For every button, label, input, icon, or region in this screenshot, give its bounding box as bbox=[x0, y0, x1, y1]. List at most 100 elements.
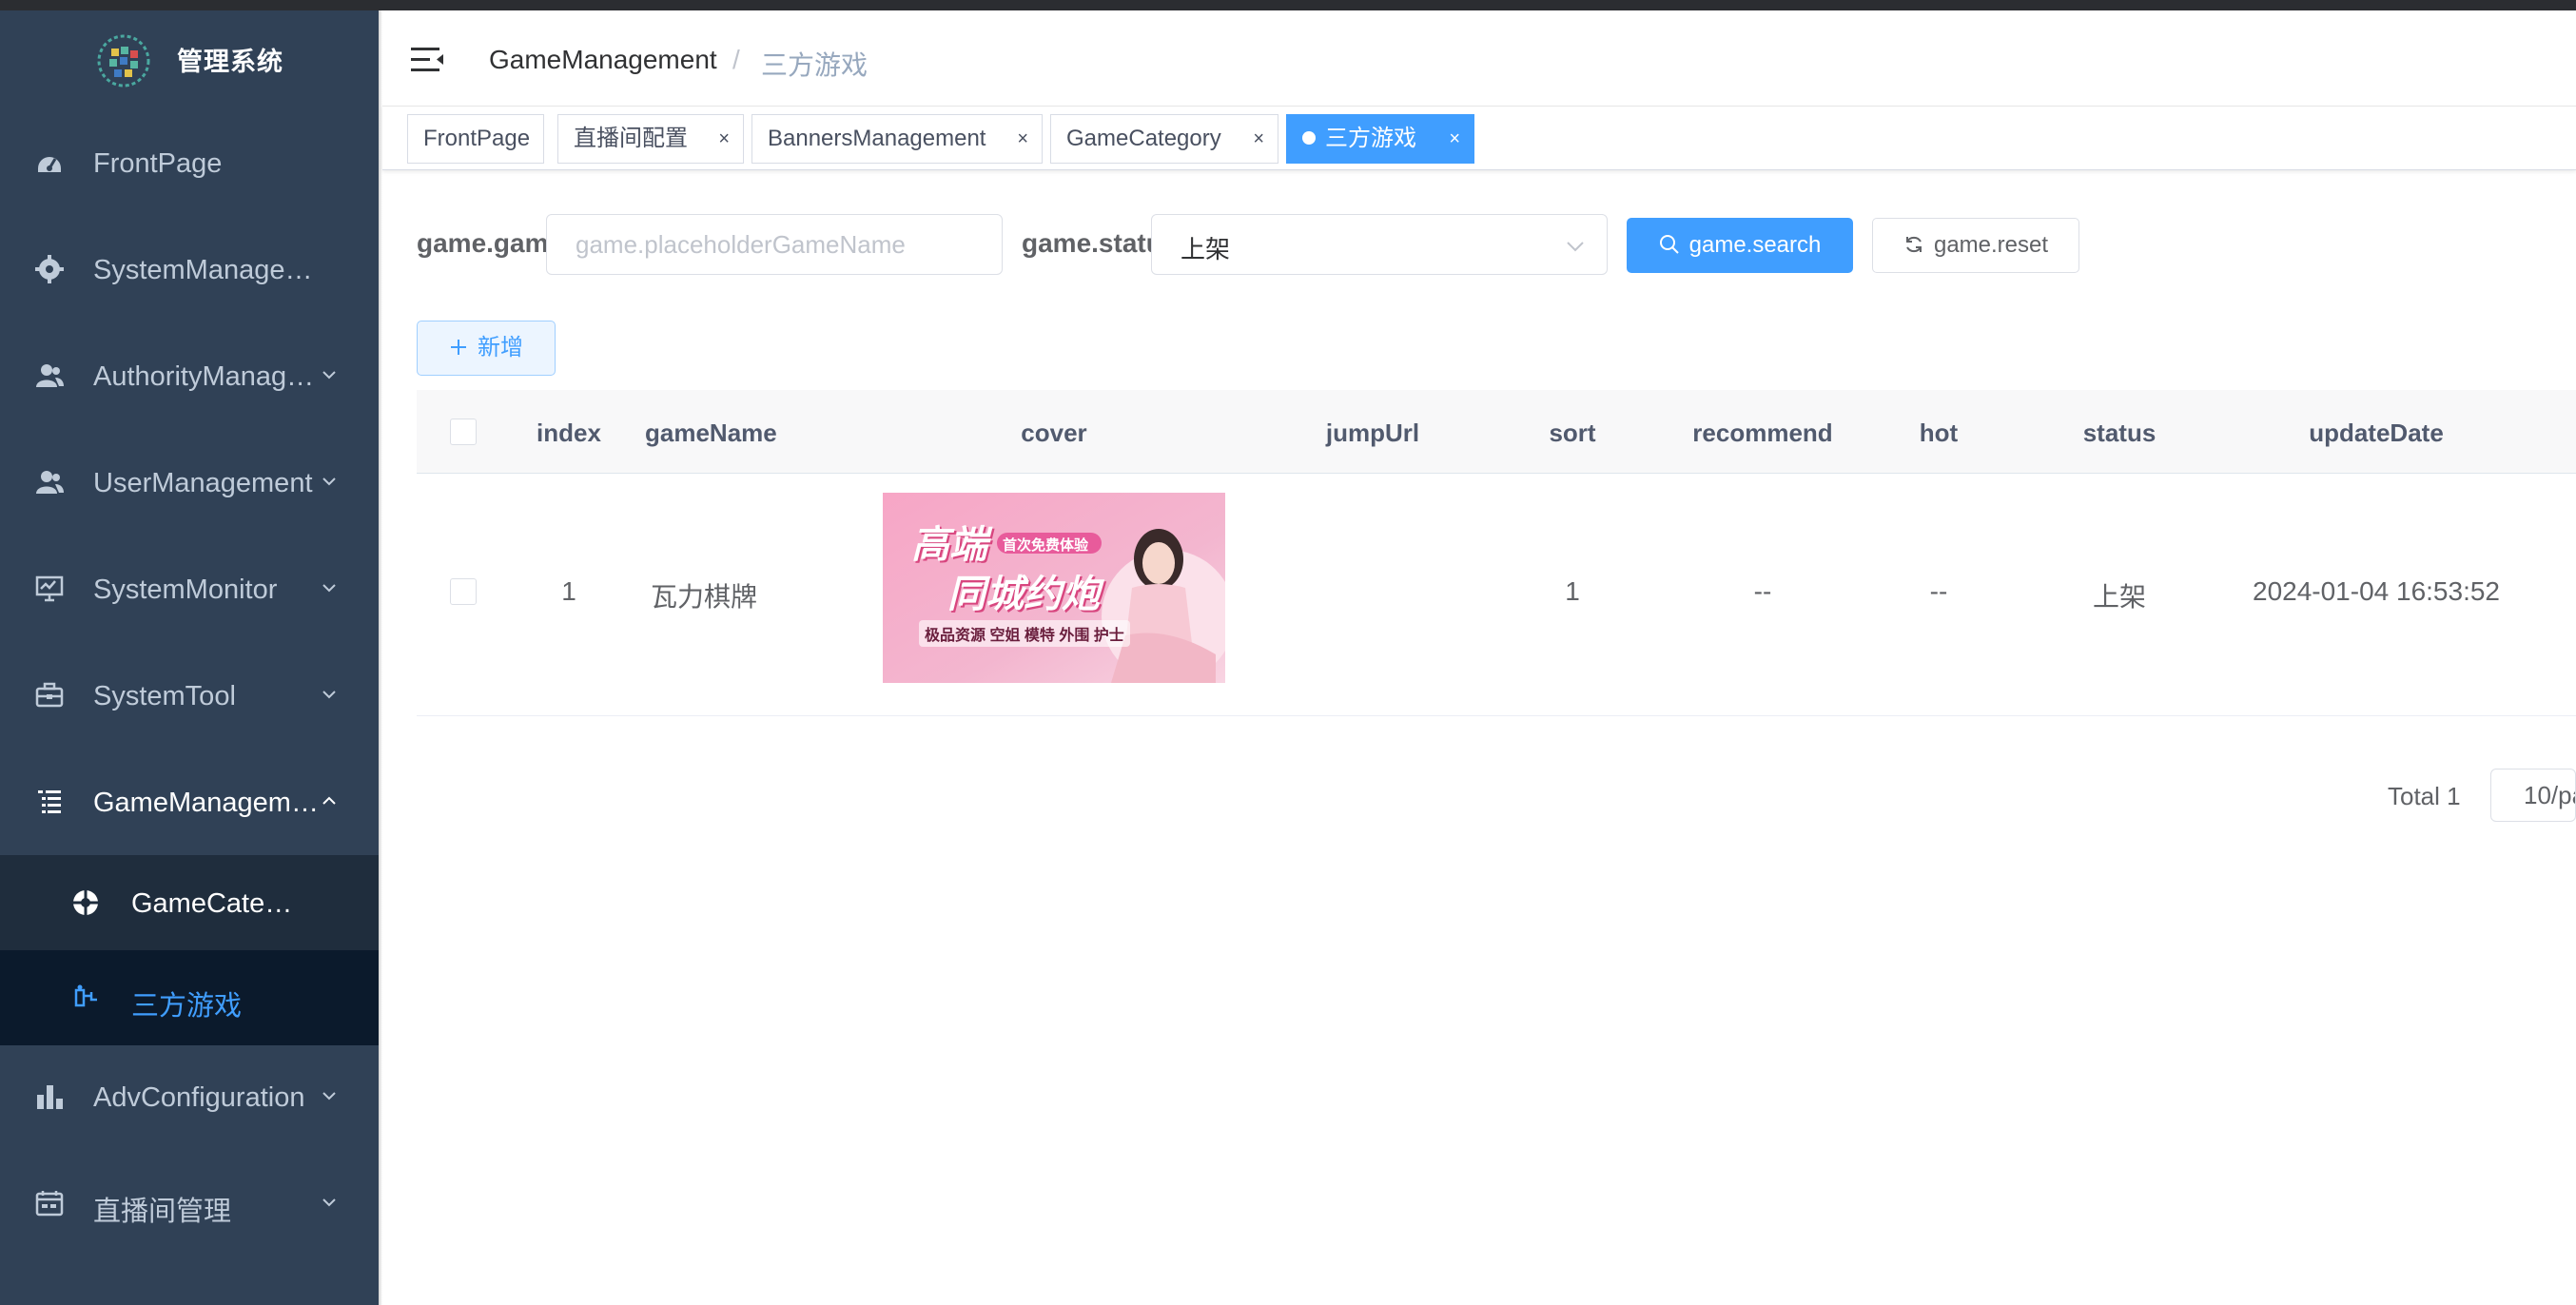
search-button-label: game.search bbox=[1688, 232, 1822, 258]
page-size-value: 10/page bbox=[2524, 781, 2575, 809]
sidebar-item-frontpage[interactable]: FrontPage bbox=[0, 109, 379, 216]
sidebar-item-label: SystemTool bbox=[93, 681, 236, 711]
close-icon[interactable]: × bbox=[1253, 115, 1264, 163]
column-header-jump-url[interactable]: jumpUrl bbox=[1254, 419, 1492, 448]
cover-tags-text: 极品资源 空姐 模特 外围 护士 bbox=[919, 620, 1130, 647]
sidebar-item-label: AdvConfiguration bbox=[93, 1082, 305, 1113]
tag-frontpage[interactable]: FrontPage bbox=[407, 114, 544, 164]
user-icon bbox=[36, 471, 64, 494]
tag-label: BannersManagement bbox=[768, 126, 986, 151]
page-size-select[interactable]: 10/page bbox=[2490, 769, 2576, 822]
close-icon[interactable]: × bbox=[1017, 115, 1028, 163]
game-icon bbox=[74, 984, 97, 1007]
sidebar-item-label: SystemManagement bbox=[93, 255, 326, 285]
sidebar-item-label: FrontPage bbox=[93, 148, 223, 179]
add-button-label: 新增 bbox=[478, 335, 523, 360]
cover-title-line1: 高端 bbox=[911, 524, 987, 566]
pagination-total: Total 1 bbox=[2388, 782, 2461, 810]
dashboard-icon bbox=[38, 157, 61, 172]
search-button[interactable]: game.search bbox=[1627, 218, 1853, 273]
chevron-down-icon bbox=[322, 1198, 336, 1207]
sidebar-subitem-game-category[interactable]: GameCategory bbox=[0, 855, 379, 950]
sidebar-subitem-label: 三方游戏 bbox=[131, 991, 243, 1022]
reset-button[interactable]: game.reset bbox=[1872, 218, 2079, 273]
add-button[interactable]: 新增 bbox=[417, 321, 556, 376]
breadcrumb-parent[interactable]: GameManagement bbox=[489, 45, 717, 75]
sidebar-item-game-management[interactable]: GameManagement bbox=[0, 749, 379, 855]
sidebar-item-live-room-management[interactable]: 直播间管理 bbox=[0, 1152, 379, 1258]
sidebar-shadow bbox=[379, 10, 382, 1305]
cell-update-date: 2024-01-04 16:53:52 bbox=[2253, 576, 2500, 606]
tag-banners-management[interactable]: BannersManagement × bbox=[751, 114, 1043, 164]
cell-cover-image[interactable]: 首次免费体验 高端 同城约炮 极品资源 空姐 模特 外围 护士 bbox=[883, 493, 1225, 683]
live-icon bbox=[35, 1191, 64, 1217]
tag-live-room-config[interactable]: 直播间配置 × bbox=[557, 114, 744, 164]
window-top-strip bbox=[0, 0, 2576, 10]
sidebar-item-system-tool[interactable]: SystemTool bbox=[0, 642, 379, 749]
close-icon[interactable]: × bbox=[1449, 115, 1460, 163]
sidebar-item-system-monitor[interactable]: SystemMonitor bbox=[0, 536, 379, 642]
column-header-sort[interactable]: sort bbox=[1501, 419, 1644, 448]
games-table: index gameName cover jumpUrl sort recomm… bbox=[417, 390, 2576, 717]
app-title: 管理系统 bbox=[177, 48, 283, 76]
active-dot-icon bbox=[1302, 130, 1316, 145]
game-name-input[interactable] bbox=[546, 214, 1003, 275]
chart-icon bbox=[37, 1085, 63, 1109]
chevron-down-icon bbox=[322, 584, 336, 593]
column-header-game-name[interactable]: gameName bbox=[645, 419, 777, 448]
row-checkbox[interactable] bbox=[450, 578, 477, 605]
sidebar: 管理系统 FrontPage SystemManagement Authorit… bbox=[0, 10, 379, 1305]
breadcrumb-separator: / bbox=[732, 45, 740, 74]
tree-list-icon bbox=[38, 790, 61, 813]
cell-sort: 1 bbox=[1565, 576, 1580, 606]
chevron-down-icon bbox=[1567, 242, 1584, 252]
column-header-index[interactable]: index bbox=[512, 419, 626, 448]
close-icon[interactable]: × bbox=[718, 115, 730, 163]
sidebar-item-label: 直播间管理 bbox=[93, 1197, 232, 1227]
sidebar-subitem-third-party-games[interactable]: 三方游戏 bbox=[0, 950, 379, 1045]
tag-game-category[interactable]: GameCategory × bbox=[1050, 114, 1278, 164]
gear-icon bbox=[35, 255, 64, 283]
cover-title-line2: 同城约炮 bbox=[947, 574, 1100, 615]
tags-view: FrontPage 直播间配置 × BannersManagement × Ga… bbox=[382, 106, 2576, 170]
table-header: index gameName cover jumpUrl sort recomm… bbox=[417, 390, 2576, 474]
cell-game-name: 瓦力棋牌 bbox=[651, 582, 758, 612]
column-header-hot[interactable]: hot bbox=[1882, 419, 1996, 448]
column-header-update-date[interactable]: updateDate bbox=[2234, 419, 2519, 448]
status-select-value: 上架 bbox=[1181, 235, 1231, 263]
sidebar-item-label: SystemMonitor bbox=[93, 575, 278, 605]
reset-button-label: game.reset bbox=[1933, 232, 2049, 258]
plus-icon bbox=[451, 339, 466, 355]
chevron-up-icon bbox=[322, 796, 336, 805]
column-header-cover[interactable]: cover bbox=[883, 419, 1225, 448]
hamburger-icon[interactable] bbox=[411, 45, 445, 75]
status-label: game.status bbox=[1022, 228, 1151, 258]
sidebar-subitem-label: GameCategory bbox=[131, 888, 293, 919]
sidebar-logo[interactable]: 管理系统 bbox=[0, 10, 379, 106]
search-icon bbox=[1659, 234, 1679, 254]
sidebar-item-authority-management[interactable]: AuthorityManagement bbox=[0, 322, 379, 429]
column-header-status[interactable]: status bbox=[2024, 419, 2215, 448]
chevron-down-icon bbox=[322, 1092, 336, 1100]
sidebar-item-adv-configuration[interactable]: AdvConfiguration bbox=[0, 1045, 379, 1152]
toolbox-icon bbox=[35, 682, 64, 708]
tag-third-party-games[interactable]: 三方游戏 × bbox=[1286, 114, 1474, 164]
select-all-checkbox[interactable] bbox=[450, 419, 477, 445]
sidebar-item-label: UserManagement bbox=[93, 468, 313, 498]
table-row[interactable]: 1 瓦力棋牌 首次免费体验 高端 同城约炮 极品资源 空姐 模特 外围 护士 1… bbox=[417, 474, 2576, 716]
refresh-icon bbox=[1905, 236, 1922, 252]
status-select[interactable]: 上架 bbox=[1151, 214, 1608, 275]
tag-label: 三方游戏 bbox=[1325, 126, 1416, 151]
tag-label: GameCategory bbox=[1066, 126, 1221, 151]
sidebar-item-label: GameManagement bbox=[93, 788, 326, 818]
cell-index: 1 bbox=[561, 576, 576, 606]
sidebar-item-user-management[interactable]: UserManagement bbox=[0, 429, 379, 536]
game-name-label: game.gameName bbox=[417, 228, 546, 258]
monitor-icon bbox=[35, 575, 64, 602]
column-header-recommend[interactable]: recommend bbox=[1653, 419, 1872, 448]
cover-badge-text: 首次免费体验 bbox=[1003, 537, 1089, 554]
peoples-icon bbox=[36, 364, 64, 387]
chevron-down-icon bbox=[322, 477, 336, 486]
sidebar-item-system-management[interactable]: SystemManagement bbox=[0, 216, 379, 322]
cell-recommend: -- bbox=[1753, 576, 1772, 606]
